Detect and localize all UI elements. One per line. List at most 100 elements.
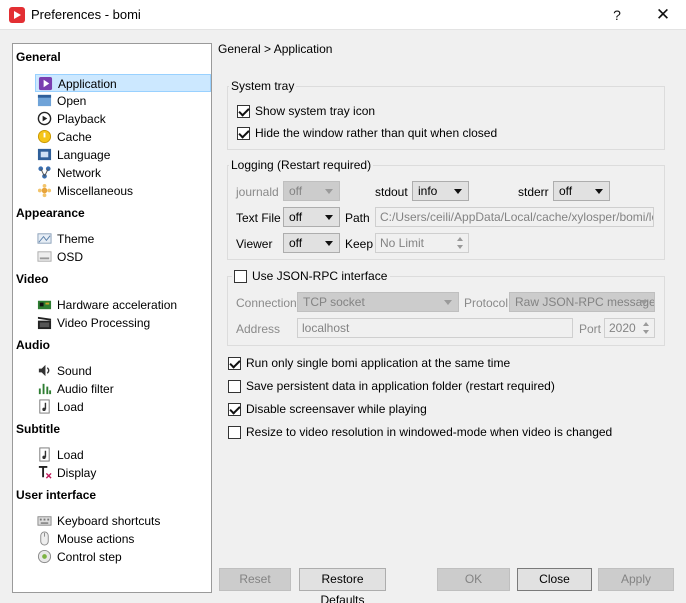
apply-button[interactable]: Apply — [598, 568, 674, 591]
port-label: Port — [579, 322, 602, 336]
nav-item-mouse-actions[interactable]: Mouse actions — [35, 530, 211, 548]
nav-item-playback[interactable]: Playback — [35, 110, 211, 128]
connection-value: TCP socket — [303, 295, 365, 309]
nav-item-subtitle-display[interactable]: Display — [35, 464, 211, 482]
checkbox-box[interactable] — [237, 126, 250, 140]
preferences-nav-tree[interactable]: General Application Open Playback Cache … — [12, 43, 212, 593]
checkbox-box[interactable] — [228, 379, 241, 393]
chevron-down-icon — [640, 300, 648, 305]
logging-title: Logging (Restart required) — [229, 158, 374, 172]
single-instance-checkbox[interactable]: Run only single bomi application at the … — [228, 354, 510, 372]
video-processing-icon — [37, 316, 52, 330]
nav-item-audio-load[interactable]: Load — [35, 398, 211, 416]
nav-group-subtitle[interactable]: Subtitle — [16, 422, 60, 436]
address-input[interactable]: localhost — [297, 318, 573, 338]
nav-item-subtitle-load[interactable]: Load — [35, 446, 211, 464]
nav-item-sound[interactable]: Sound — [35, 362, 211, 380]
nav-group-general[interactable]: General — [16, 50, 61, 64]
nav-item-miscellaneous[interactable]: Miscellaneous — [35, 182, 211, 200]
checkbox-box[interactable] — [228, 402, 241, 416]
nav-item-label: Language — [57, 148, 111, 162]
spin-arrows-icon[interactable] — [641, 320, 653, 336]
nav-item-label: Load — [57, 400, 84, 414]
nav-group-user-interface[interactable]: User interface — [16, 488, 96, 502]
open-icon — [37, 94, 52, 107]
nav-item-label: Control step — [57, 550, 122, 564]
ok-button[interactable]: OK — [437, 568, 510, 591]
nav-item-language[interactable]: Language — [35, 146, 211, 164]
connection-label: Connection — [236, 296, 297, 310]
nav-item-control-step[interactable]: Control step — [35, 548, 211, 566]
help-button[interactable]: ? — [594, 0, 640, 30]
language-icon — [37, 148, 52, 161]
keep-spinbox[interactable]: No Limit — [375, 233, 469, 253]
checkbox-label: Hide the window rather than quit when cl… — [255, 126, 498, 140]
nav-item-label: Application — [58, 77, 117, 91]
checkbox-label: Save persistent data in application fold… — [246, 379, 555, 393]
network-icon — [38, 166, 51, 179]
nav-item-application[interactable]: Application — [35, 74, 211, 92]
keep-label: Keep — [345, 237, 374, 251]
close-window-button[interactable]: ✕ — [640, 0, 686, 30]
nav-item-label: Hardware acceleration — [57, 298, 178, 312]
breadcrumb: General > Application — [218, 42, 333, 56]
nav-item-theme[interactable]: Theme — [35, 230, 211, 248]
application-icon — [38, 76, 53, 91]
hardware-acceleration-icon — [37, 300, 52, 310]
nav-item-hardware-acceleration[interactable]: Hardware acceleration — [35, 296, 211, 314]
protocol-select[interactable]: Raw JSON-RPC message — [509, 292, 655, 312]
title-bar: Preferences - bomi ? ✕ — [0, 0, 686, 30]
disable-screensaver-checkbox[interactable]: Disable screensaver while playing — [228, 400, 427, 418]
system-tray-title: System tray — [229, 79, 297, 93]
nav-item-audio-filter[interactable]: Audio filter — [35, 380, 211, 398]
checkbox-label: Use JSON-RPC interface — [252, 269, 388, 283]
nav-item-open[interactable]: Open — [35, 92, 211, 110]
checkbox-box[interactable] — [228, 425, 241, 439]
spin-arrows-icon[interactable] — [455, 235, 467, 251]
chevron-down-icon — [595, 189, 603, 194]
viewer-value: off — [289, 236, 303, 250]
port-value: 2020 — [609, 321, 636, 335]
nav-item-osd[interactable]: OSD — [35, 248, 211, 266]
viewer-select[interactable]: off — [283, 233, 340, 253]
miscellaneous-icon — [37, 183, 52, 198]
nav-group-appearance[interactable]: Appearance — [16, 206, 85, 220]
protocol-label: Protocol — [464, 296, 509, 310]
reset-button[interactable]: Reset — [219, 568, 291, 591]
persistent-data-checkbox[interactable]: Save persistent data in application fold… — [228, 377, 555, 395]
stdout-select[interactable]: info — [412, 181, 469, 201]
hide-window-checkbox[interactable]: Hide the window rather than quit when cl… — [237, 124, 497, 142]
nav-group-audio[interactable]: Audio — [16, 338, 50, 352]
checkbox-box[interactable] — [228, 356, 241, 370]
restore-defaults-button[interactable]: Restore Defaults — [299, 568, 386, 603]
nav-item-network[interactable]: Network — [35, 164, 211, 182]
nav-item-label: Mouse actions — [57, 532, 135, 546]
window-title: Preferences - bomi — [31, 7, 141, 22]
checkbox-label: Disable screensaver while playing — [246, 402, 427, 416]
stderr-select[interactable]: off — [553, 181, 610, 201]
show-tray-icon-checkbox[interactable]: Show system tray icon — [237, 102, 375, 120]
close-button[interactable]: Close — [517, 568, 592, 591]
connection-select[interactable]: TCP socket — [297, 292, 459, 312]
port-spinbox[interactable]: 2020 — [604, 318, 655, 338]
playback-icon — [37, 111, 52, 126]
stderr-value: off — [559, 184, 573, 198]
textfile-select[interactable]: off — [283, 207, 340, 227]
theme-icon — [37, 233, 52, 244]
chevron-down-icon — [325, 189, 333, 194]
nav-item-video-processing[interactable]: Video Processing — [35, 314, 211, 332]
nav-item-cache[interactable]: Cache — [35, 128, 211, 146]
checkbox-box[interactable] — [237, 104, 250, 118]
checkbox-box[interactable] — [234, 269, 247, 283]
log-path-input[interactable]: C:/Users/ceili/AppData/Local/cache/xylos… — [375, 207, 654, 227]
journald-select[interactable]: off — [283, 181, 340, 201]
audio-load-icon — [39, 399, 50, 414]
stderr-label: stderr — [518, 185, 549, 199]
checkbox-label: Resize to video resolution in windowed-m… — [246, 425, 613, 439]
jsonrpc-checkbox[interactable]: Use JSON-RPC interface — [232, 267, 391, 285]
nav-item-keyboard-shortcuts[interactable]: Keyboard shortcuts — [35, 512, 211, 530]
nav-item-label: Video Processing — [57, 316, 151, 330]
nav-group-video[interactable]: Video — [16, 272, 48, 286]
resize-to-video-checkbox[interactable]: Resize to video resolution in windowed-m… — [228, 423, 612, 441]
nav-item-label: Display — [57, 466, 97, 480]
